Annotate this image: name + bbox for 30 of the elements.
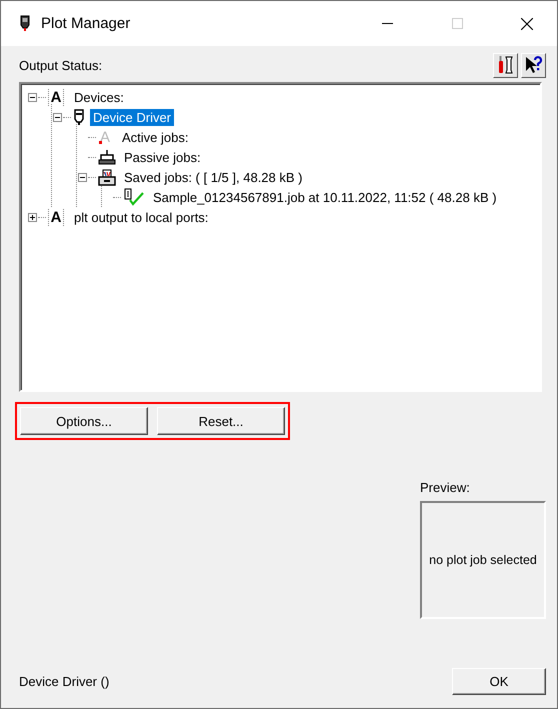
collapse-toggle[interactable] — [52, 112, 63, 122]
plotter-icon — [98, 148, 116, 166]
ok-button[interactable]: OK — [452, 668, 546, 695]
output-status-label: Output Status: — [19, 58, 102, 72]
preview-label: Preview: — [420, 480, 471, 495]
tree-item[interactable]: Sample_01234567891.job at 10.11.2022, 11:52 ( 48.28 kB ) — [150, 188, 500, 206]
maximize-icon — [452, 18, 462, 29]
expand-toggle[interactable] — [27, 212, 38, 222]
close-icon — [521, 18, 533, 30]
document-check-icon — [123, 188, 145, 206]
help-button[interactable] — [521, 52, 546, 78]
pen-icon — [19, 14, 31, 32]
tree-item[interactable]: Active jobs: — [119, 128, 192, 146]
settings-button[interactable] — [493, 52, 518, 78]
tree-item[interactable]: Device Driver — [90, 108, 174, 126]
pen-icon — [73, 108, 85, 126]
tree-item[interactable]: Passive jobs: — [121, 148, 204, 166]
tray-icon — [98, 168, 116, 186]
collapse-toggle[interactable] — [27, 92, 38, 102]
status-text: Device Driver () — [19, 674, 110, 689]
dialog-button[interactable]: Options... — [20, 407, 148, 435]
tree-item[interactable]: Devices: — [71, 88, 127, 106]
tree-item[interactable]: Saved jobs: ( [ 1/5 ], 48.28 kB ) — [121, 168, 306, 186]
tools-icon — [496, 55, 514, 75]
tree-item[interactable]: plt output to local ports: — [71, 208, 212, 226]
pointer-help-icon — [524, 55, 544, 75]
dialog-button[interactable]: Reset... — [157, 407, 285, 435]
collapse-toggle[interactable] — [77, 172, 88, 182]
window-title: Plot Manager — [41, 15, 130, 32]
preview-message: no plot job selected — [429, 553, 537, 567]
